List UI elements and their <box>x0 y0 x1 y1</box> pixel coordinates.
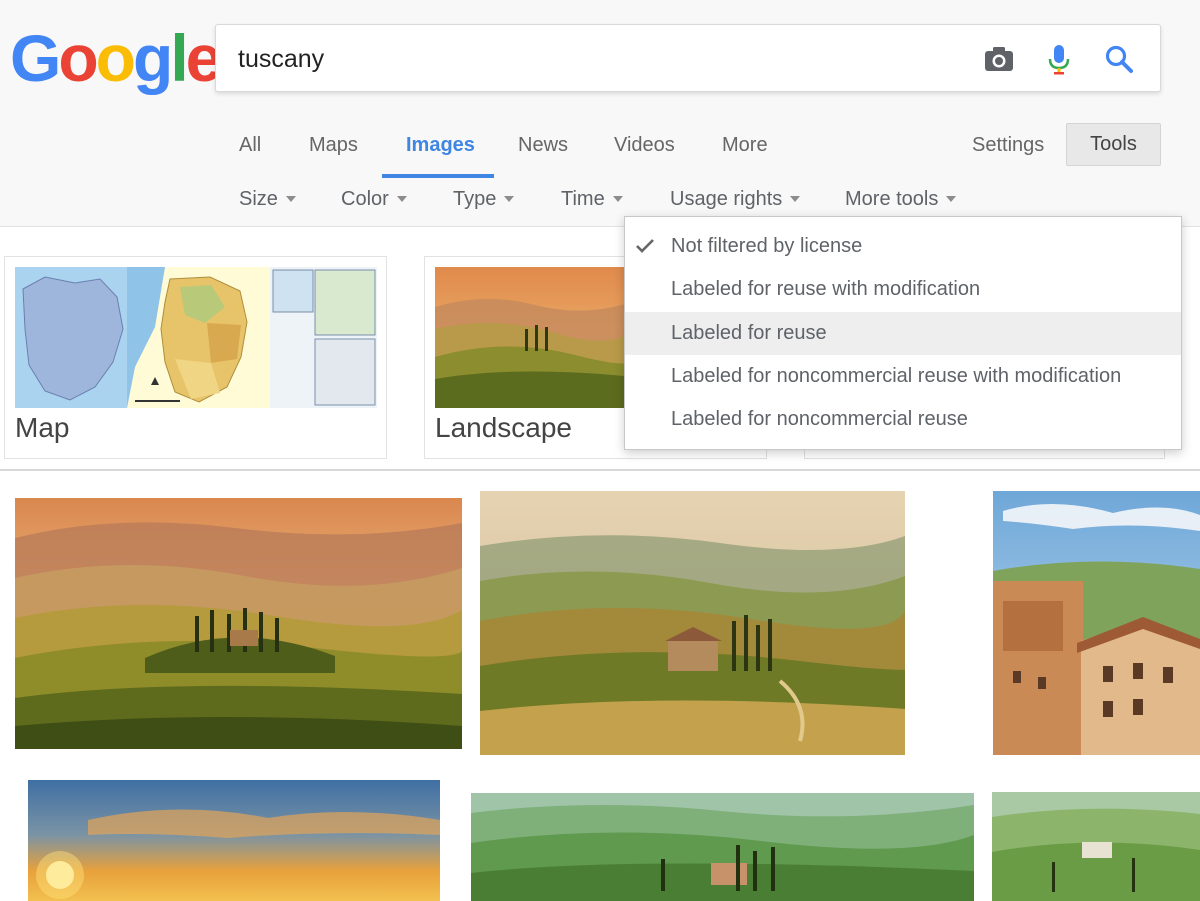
landscape-photo <box>471 793 974 901</box>
image-result[interactable] <box>993 491 1200 755</box>
logo-letter: g <box>133 21 173 95</box>
tab-more[interactable]: More <box>722 130 768 160</box>
usage-rights-menu: Not filtered by license Labeled for reus… <box>624 216 1182 450</box>
image-result[interactable] <box>480 491 905 755</box>
town-photo <box>993 491 1200 755</box>
microphone-icon[interactable] <box>1042 42 1076 76</box>
search-icon[interactable] <box>1102 42 1136 76</box>
menu-item-noncommercial-reuse[interactable]: Labeled for noncommercial reuse <box>625 398 1181 441</box>
active-tab-indicator <box>382 174 494 178</box>
image-result[interactable] <box>15 498 462 749</box>
filter-color[interactable]: Color <box>341 185 407 213</box>
menu-item-reuse[interactable]: Labeled for reuse <box>625 312 1181 355</box>
filter-label: Size <box>239 188 278 210</box>
checkmark-icon <box>636 239 654 253</box>
header: Google All Maps Images News Videos More … <box>0 0 1200 227</box>
menu-item-label: Labeled for reuse <box>671 322 827 344</box>
section-divider <box>0 469 1200 471</box>
filter-type[interactable]: Type <box>453 185 515 213</box>
category-card-map[interactable]: Map <box>4 256 387 459</box>
image-result[interactable] <box>28 780 440 901</box>
menu-item-label: Labeled for noncommercial reuse <box>671 408 968 430</box>
tab-videos[interactable]: Videos <box>614 130 675 160</box>
logo-letter: G <box>10 21 61 95</box>
filter-size[interactable]: Size <box>239 185 296 213</box>
landscape-photo <box>992 792 1200 901</box>
menu-item-label: Labeled for noncommercial reuse with mod… <box>671 365 1122 387</box>
map-thumbnail <box>15 267 377 408</box>
menu-item-noncommercial-reuse-with-modification[interactable]: Labeled for noncommercial reuse with mod… <box>625 355 1181 398</box>
caret-down-icon <box>946 195 957 202</box>
menu-item-reuse-with-modification[interactable]: Labeled for reuse with modification <box>625 268 1181 311</box>
category-label: Map <box>15 412 70 443</box>
landscape-thumbnail <box>435 267 635 408</box>
menu-item-label: Not filtered by license <box>671 235 863 257</box>
google-logo[interactable]: Google <box>10 18 222 98</box>
filter-time[interactable]: Time <box>561 185 623 213</box>
filter-label: Color <box>341 188 389 210</box>
logo-letter: l <box>170 21 188 95</box>
landscape-photo <box>15 498 462 749</box>
caret-down-icon <box>285 195 296 202</box>
tab-news[interactable]: News <box>518 130 568 160</box>
search-input[interactable] <box>238 39 938 79</box>
image-result[interactable] <box>992 792 1200 901</box>
menu-item-label: Labeled for reuse with modification <box>671 278 981 300</box>
logo-letter: o <box>58 21 98 95</box>
landscape-photo <box>480 491 905 755</box>
logo-letter: o <box>95 21 136 95</box>
filter-more-tools[interactable]: More tools <box>845 185 957 213</box>
category-label: Landscape <box>435 412 573 443</box>
image-result[interactable] <box>471 793 974 901</box>
filter-label: More tools <box>845 188 939 210</box>
search-box <box>215 24 1161 92</box>
settings-link[interactable]: Settings <box>972 130 1044 160</box>
tab-images[interactable]: Images <box>406 130 475 160</box>
tab-maps[interactable]: Maps <box>309 130 358 160</box>
tools-button[interactable]: Tools <box>1066 123 1161 166</box>
tab-all[interactable]: All <box>239 130 261 160</box>
menu-item-not-filtered[interactable]: Not filtered by license <box>625 225 1181 268</box>
filter-label: Time <box>561 188 605 210</box>
caret-down-icon <box>612 195 623 202</box>
caret-down-icon <box>504 195 515 202</box>
camera-icon[interactable] <box>982 42 1016 76</box>
caret-down-icon <box>790 195 801 202</box>
sunset-photo <box>28 780 440 901</box>
filter-usage-rights[interactable]: Usage rights <box>670 185 801 213</box>
filter-label: Usage rights <box>670 188 783 210</box>
caret-down-icon <box>396 195 407 202</box>
filter-label: Type <box>453 188 497 210</box>
